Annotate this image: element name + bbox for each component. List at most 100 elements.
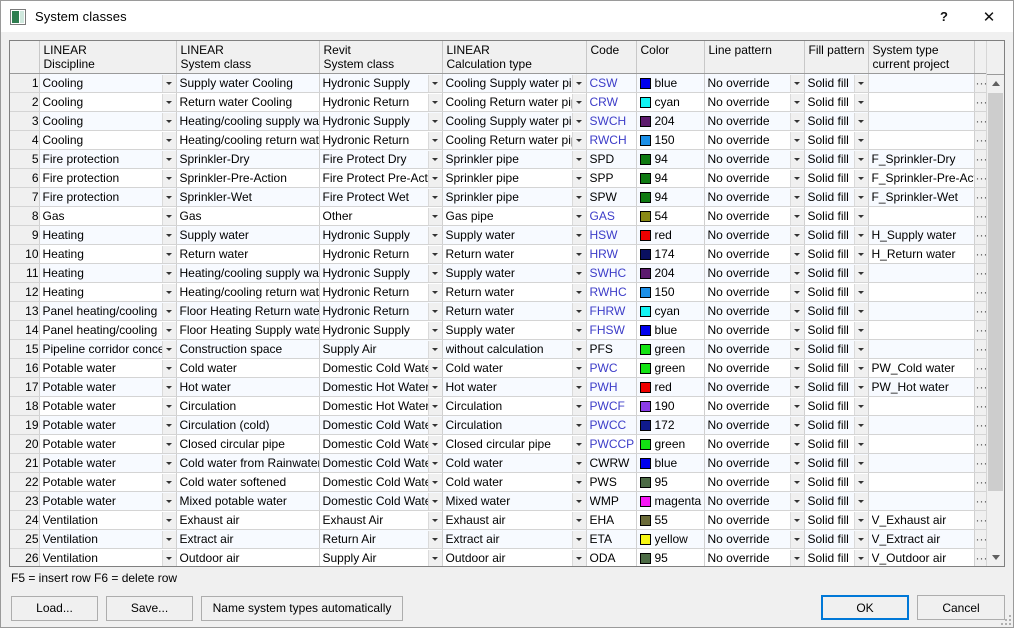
cell-discipline[interactable]: Fire protection [39,187,177,207]
table-row[interactable]: 22 Potable water Cold water softened Domest… [10,472,986,492]
cell-fill-pattern[interactable]: Solid fill [804,225,869,245]
chevron-down-icon[interactable] [161,226,175,244]
chevron-down-icon[interactable] [571,492,585,510]
chevron-down-icon[interactable] [571,435,585,453]
cell-linear-system-class[interactable]: Heating/cooling supply water [176,111,320,131]
cell-calculation-type[interactable]: Cold water [442,358,587,378]
chevron-down-icon[interactable] [571,283,585,301]
cell-fill-pattern[interactable]: Solid fill [804,263,869,283]
cell-code[interactable]: FHSW [586,320,637,340]
table-row[interactable]: 21 Potable water Cold water from Rainwater… [10,453,986,473]
cell-discipline[interactable]: Potable water [39,396,177,416]
cell-color[interactable]: 95 [636,548,705,566]
cell-fill-pattern[interactable]: Solid fill [804,510,869,530]
table-row[interactable]: 15 Pipeline corridor concept Construction … [10,339,986,359]
chevron-down-icon[interactable] [571,378,585,396]
table-row[interactable]: 25 Ventilation Extract air Return Air Extrac… [10,529,986,549]
chevron-down-icon[interactable] [853,340,867,358]
cell-discipline[interactable]: Potable water [39,453,177,473]
row-ellipsis-icon[interactable]: ··· [974,510,986,530]
chevron-down-icon[interactable] [427,511,441,529]
chevron-down-icon[interactable] [571,188,585,206]
chevron-down-icon[interactable] [853,188,867,206]
cell-linear-system-class[interactable]: Return water Cooling [176,92,320,112]
cell-code[interactable]: RWCH [586,130,637,150]
table-row[interactable]: 2 Cooling Return water Cooling Hydronic Ret… [10,92,986,112]
chevron-down-icon[interactable] [161,435,175,453]
chevron-down-icon[interactable] [571,264,585,282]
table-row[interactable]: 8 Gas Gas Other Gas pipe GAS 54 No override Soli… [10,206,986,226]
cell-linear-system-class[interactable]: Supply water [176,225,320,245]
chevron-down-icon[interactable] [427,492,441,510]
cell-revit-system-class[interactable]: Other [319,206,443,226]
cell-code[interactable]: FHRW [586,301,637,321]
row-ellipsis-icon[interactable]: ··· [974,111,986,131]
column-header-discipline[interactable]: LINEAR Discipline [39,41,177,74]
cell-code[interactable]: PWCCP [586,434,637,454]
color-swatch[interactable] [639,495,651,507]
cell-line-pattern[interactable]: No override [704,396,805,416]
cell-discipline[interactable]: Ventilation [39,548,177,566]
chevron-down-icon[interactable] [853,397,867,415]
chevron-down-icon[interactable] [161,283,175,301]
cell-calculation-type[interactable]: Sprinkler pipe [442,168,587,188]
chevron-down-icon[interactable] [427,169,441,187]
cell-code[interactable]: RWHC [586,282,637,302]
cell-color[interactable]: 94 [636,149,705,169]
cell-code[interactable]: CSW [586,73,637,93]
cell-calculation-type[interactable]: Supply water [442,263,587,283]
row-ellipsis-icon[interactable]: ··· [974,168,986,188]
chevron-down-icon[interactable] [789,378,803,396]
chevron-down-icon[interactable] [161,74,175,92]
cell-linear-system-class[interactable]: Supply water Cooling [176,73,320,93]
chevron-down-icon[interactable] [161,378,175,396]
color-swatch[interactable] [639,476,651,488]
row-ellipsis-icon[interactable]: ··· [974,130,986,150]
cell-discipline[interactable]: Potable water [39,415,177,435]
cell-line-pattern[interactable]: No override [704,168,805,188]
row-ellipsis-icon[interactable]: ··· [974,282,986,302]
chevron-down-icon[interactable] [571,93,585,111]
cell-revit-system-class[interactable]: Fire Protect Pre-Action [319,168,443,188]
cell-linear-system-class[interactable]: Sprinkler-Dry [176,149,320,169]
chevron-down-icon[interactable] [427,378,441,396]
table-row[interactable]: 20 Potable water Closed circular pipe Domes… [10,434,986,454]
cell-system-type[interactable] [868,263,975,283]
cell-linear-system-class[interactable]: Heating/cooling supply water [176,263,320,283]
chevron-down-icon[interactable] [571,359,585,377]
chevron-down-icon[interactable] [161,302,175,320]
chevron-down-icon[interactable] [161,549,175,566]
name-system-types-automatically-button[interactable]: Name system types automatically [201,595,403,621]
cell-linear-system-class[interactable]: Gas [176,206,320,226]
chevron-down-icon[interactable] [853,302,867,320]
chevron-down-icon[interactable] [853,283,867,301]
chevron-down-icon[interactable] [571,340,585,358]
chevron-down-icon[interactable] [789,131,803,149]
chevron-down-icon[interactable] [853,74,867,92]
cell-code[interactable]: HRW [586,244,637,264]
row-ellipsis-icon[interactable]: ··· [974,396,986,416]
chevron-down-icon[interactable] [427,93,441,111]
cell-discipline[interactable]: Potable water [39,434,177,454]
chevron-down-icon[interactable] [789,473,803,491]
chevron-down-icon[interactable] [571,511,585,529]
cell-revit-system-class[interactable]: Domestic Cold Water [319,434,443,454]
color-swatch[interactable] [639,229,651,241]
color-swatch[interactable] [639,362,651,374]
cell-system-type[interactable]: F_Sprinkler-Wet [868,187,975,207]
color-swatch[interactable] [639,343,651,355]
chevron-down-icon[interactable] [571,226,585,244]
cell-line-pattern[interactable]: No override [704,339,805,359]
row-ellipsis-icon[interactable]: ··· [974,206,986,226]
cell-revit-system-class[interactable]: Supply Air [319,339,443,359]
cell-fill-pattern[interactable]: Solid fill [804,415,869,435]
table-row[interactable]: 13 Panel heating/cooling Floor Heating Ret… [10,301,986,321]
chevron-down-icon[interactable] [161,245,175,263]
cell-color[interactable]: magenta [636,491,705,511]
table-row[interactable]: 19 Potable water Circulation (cold) Domesti… [10,415,986,435]
cell-color[interactable]: green [636,339,705,359]
cell-linear-system-class[interactable]: Cold water softened [176,472,320,492]
column-header-system-type[interactable]: System type current project [868,41,975,74]
cell-discipline[interactable]: Cooling [39,92,177,112]
cell-color[interactable]: green [636,358,705,378]
